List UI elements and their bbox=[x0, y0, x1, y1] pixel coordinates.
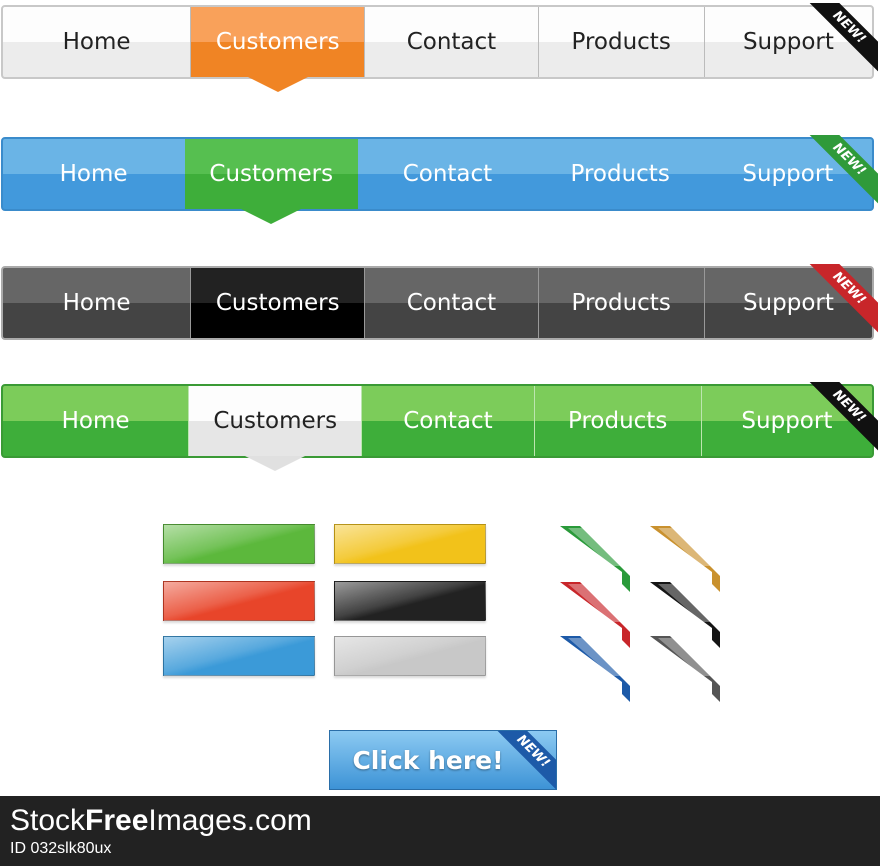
navbar-green: Home Customers Contact Products Support NEW! bbox=[1, 382, 878, 471]
button-swatch[interactable] bbox=[163, 581, 315, 621]
new-badge: NEW! bbox=[808, 3, 878, 73]
nav-item-customers[interactable]: Customers bbox=[185, 139, 359, 224]
new-badge-text: NEW! bbox=[808, 264, 878, 334]
nav-item-label: Customers bbox=[215, 290, 340, 316]
nav-item-customers[interactable]: Customers bbox=[191, 7, 366, 92]
nav-item-home[interactable]: Home bbox=[3, 7, 192, 77]
button-swatch[interactable] bbox=[334, 636, 486, 676]
nav-item-products[interactable]: Products bbox=[535, 386, 702, 456]
active-pointer bbox=[245, 456, 306, 471]
nav-item-label: Home bbox=[62, 29, 131, 55]
active-pointer bbox=[247, 77, 308, 92]
nav-item-label: Customers bbox=[213, 408, 338, 434]
nav-item-label: Products bbox=[571, 29, 671, 55]
button-swatch[interactable] bbox=[163, 524, 315, 564]
nav-item-products[interactable]: Products bbox=[539, 7, 705, 77]
navbar-white: Home Customers Contact Products Support NEW! bbox=[1, 3, 878, 92]
nav-item-contact[interactable]: Contact bbox=[365, 268, 539, 338]
button-swatch[interactable] bbox=[163, 636, 315, 676]
nav-item-home[interactable]: Home bbox=[3, 139, 185, 209]
nav-item-label: Customers bbox=[215, 29, 340, 55]
active-pointer bbox=[241, 209, 302, 224]
nav-item-customers[interactable]: Customers bbox=[189, 386, 363, 471]
nav-item-label: Contact bbox=[403, 408, 493, 434]
new-badge-text: NEW! bbox=[808, 135, 878, 205]
nav-item-products[interactable]: Products bbox=[538, 139, 704, 209]
click-here-button[interactable]: Click here! NEW! bbox=[329, 730, 557, 790]
nav-item-contact[interactable]: Contact bbox=[358, 139, 537, 209]
button-swatch[interactable] bbox=[334, 581, 486, 621]
new-badge-text: NEW! bbox=[492, 731, 556, 789]
nav-item-customers[interactable]: Customers bbox=[191, 268, 366, 338]
corner-ribbon-icon bbox=[650, 636, 720, 702]
nav-item-label: Customers bbox=[209, 161, 334, 187]
nav-item-label: Contact bbox=[406, 29, 497, 55]
nav-item-home[interactable]: Home bbox=[3, 268, 192, 338]
image-id: ID 032slk80ux bbox=[10, 840, 112, 857]
nav-item-label: Home bbox=[61, 408, 130, 434]
navbar-blue: Home Customers Contact Products Support NEW! bbox=[1, 135, 878, 224]
nav-item-home[interactable]: Home bbox=[3, 386, 190, 456]
corner-ribbon-icon bbox=[560, 636, 630, 702]
new-badge: NEW! bbox=[808, 264, 878, 334]
nav-item-label: Contact bbox=[402, 161, 493, 187]
footer: StockFreeImages.com ID 032slk80ux bbox=[0, 796, 880, 866]
nav-item-label: Products bbox=[570, 161, 670, 187]
navbar-dark: Home Customers Contact Products Support NEW! bbox=[1, 264, 878, 340]
nav-item-contact[interactable]: Contact bbox=[365, 7, 539, 77]
nav-item-label: Contact bbox=[406, 290, 497, 316]
new-badge: NEW! bbox=[492, 731, 556, 789]
new-badge-text: NEW! bbox=[808, 382, 878, 452]
nav-item-label: Products bbox=[571, 290, 671, 316]
nav-item-label: Home bbox=[59, 161, 128, 187]
new-badge: NEW! bbox=[808, 382, 878, 452]
new-badge-text: NEW! bbox=[808, 3, 878, 73]
brand-logo: StockFreeImages.com bbox=[10, 804, 312, 837]
button-swatch[interactable] bbox=[334, 524, 486, 564]
nav-item-products[interactable]: Products bbox=[539, 268, 705, 338]
new-badge: NEW! bbox=[808, 135, 878, 205]
nav-item-label: Home bbox=[62, 290, 131, 316]
nav-item-contact[interactable]: Contact bbox=[362, 386, 535, 456]
click-here-label: Click here! bbox=[352, 745, 504, 775]
nav-item-label: Products bbox=[568, 408, 668, 434]
